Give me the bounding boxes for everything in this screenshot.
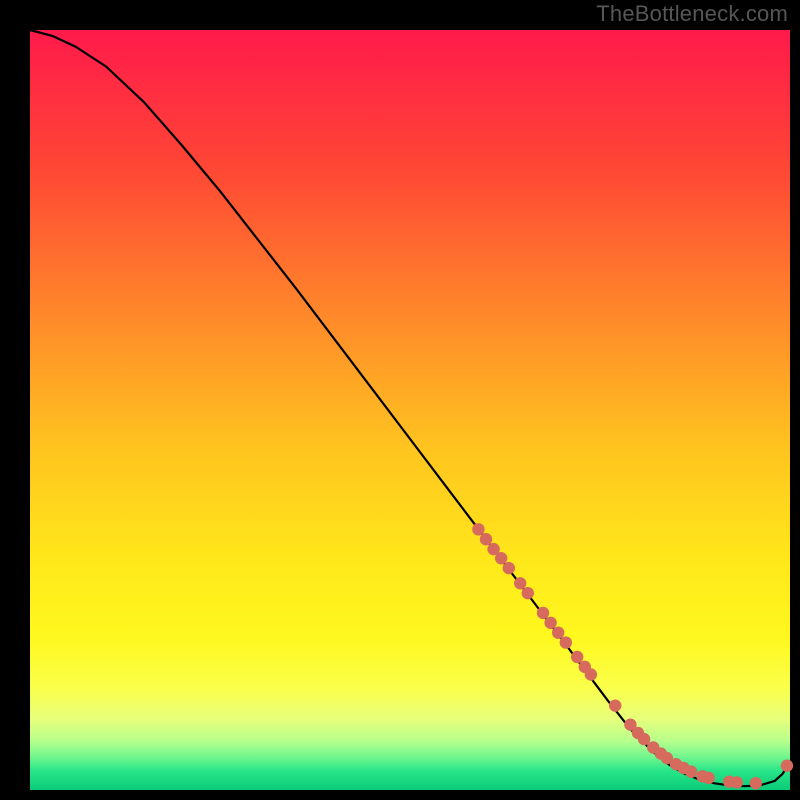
marker-point	[480, 533, 492, 545]
marker-point	[731, 776, 743, 788]
marker-point	[685, 766, 697, 778]
marker-point	[544, 617, 556, 629]
marker-point	[571, 651, 583, 663]
marker-point	[585, 668, 597, 680]
marker-point	[537, 607, 549, 619]
chart-frame: { "watermark": "TheBottleneck.com", "plo…	[0, 0, 800, 800]
marker-point	[552, 626, 564, 638]
marker-point	[495, 552, 507, 564]
marker-point	[781, 759, 793, 771]
marker-point	[472, 523, 484, 535]
marker-point	[702, 772, 714, 784]
bottleneck-chart	[0, 0, 800, 800]
plot-background	[30, 30, 790, 790]
marker-point	[560, 636, 572, 648]
marker-point	[514, 577, 526, 589]
marker-point	[750, 777, 762, 789]
marker-point	[609, 699, 621, 711]
marker-point	[522, 587, 534, 599]
marker-point	[638, 733, 650, 745]
marker-point	[503, 562, 515, 574]
